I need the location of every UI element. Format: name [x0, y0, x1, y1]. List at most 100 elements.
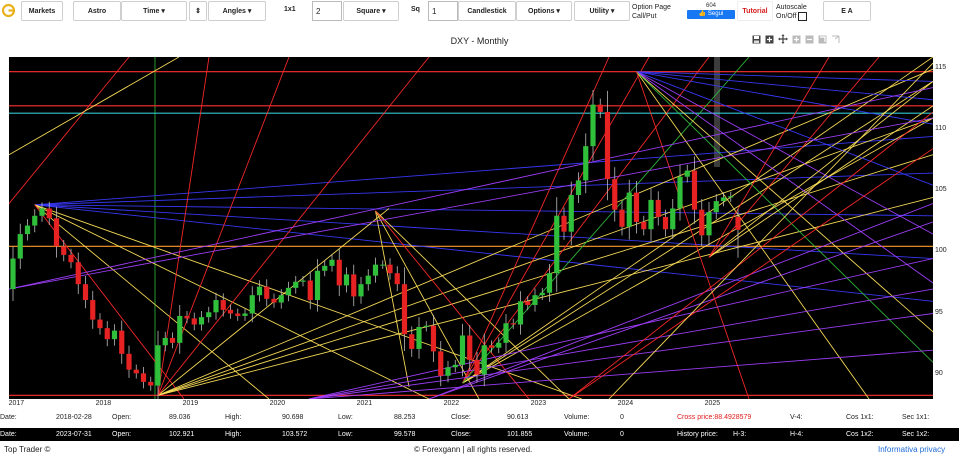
candle-body-95	[699, 209, 705, 236]
candle-body-67	[496, 342, 502, 348]
candle-body-88	[648, 199, 654, 230]
zoom-in-icon[interactable]	[765, 35, 774, 44]
candle-body-69	[510, 323, 516, 325]
candle-body-4	[39, 208, 45, 216]
candle-body-78	[575, 180, 582, 196]
candle-body-31	[235, 313, 241, 316]
gann-angle-line-0	[34, 135, 934, 206]
candle-body-75	[554, 215, 560, 274]
candle-body-83	[612, 179, 618, 210]
candle-body-52	[387, 264, 393, 274]
date-value: 2018-02-28	[56, 414, 92, 421]
angles-dropdown[interactable]: Angles ▾	[208, 1, 266, 21]
high-label: High:	[225, 431, 242, 438]
candle-body-22	[169, 337, 176, 343]
markets-button[interactable]: Markets	[21, 1, 63, 21]
open-label: Open:	[112, 431, 132, 438]
candle-body-15	[119, 330, 125, 354]
cos-1x2-label: Cos 1x2:	[846, 431, 874, 438]
candle-body-99	[728, 196, 734, 198]
candle-body-48	[358, 284, 364, 297]
candle-body-37	[278, 295, 284, 303]
astro-button[interactable]: Astro	[73, 1, 121, 21]
x-tick-label: 2023	[530, 400, 547, 407]
high-value: 103.572	[282, 431, 308, 438]
sec-1x2-label: Sec 1x2:	[902, 431, 930, 438]
candle-body-9	[75, 262, 81, 285]
info-row-hover: Date: 2018-02-28 Open: 89.036 High: 90.6…	[0, 411, 959, 424]
date-label: Date:	[0, 414, 17, 421]
candle-body-38	[285, 287, 292, 296]
h4-label: H-4:	[790, 431, 804, 438]
follow-count: 604	[705, 3, 716, 9]
candle-body-70	[517, 301, 524, 325]
autoscale-checkbox[interactable]	[797, 12, 807, 21]
zoom-in-disabled-icon[interactable]	[792, 35, 801, 44]
sq-input[interactable]: 1	[428, 1, 458, 21]
candle-body-54	[401, 284, 408, 335]
candle-body-57	[423, 325, 429, 327]
app-logo-icon[interactable]	[1, 3, 16, 18]
date-label: Date:	[0, 431, 17, 438]
utility-dropdown[interactable]: Utility ▾	[574, 1, 630, 21]
candle-body-61	[452, 364, 458, 368]
y-tick-label: 115	[935, 64, 947, 72]
candle-body-90	[662, 217, 669, 230]
option-page-link[interactable]: Option Page Call/Put	[632, 3, 671, 21]
candle-body-86	[633, 192, 640, 222]
move-up-down-button[interactable]: ⇕	[189, 1, 207, 21]
candle-body-49	[365, 275, 371, 285]
sec-1x1-label: Sec 1x1:	[902, 414, 930, 421]
candle-body-60	[445, 367, 451, 376]
gann-angle-line-9	[157, 68, 934, 396]
y-tick-label: 105	[935, 186, 947, 194]
chart-tools	[752, 33, 840, 45]
candle-body-64	[474, 359, 480, 375]
candle-body-59	[438, 351, 444, 376]
pointer-icon[interactable]	[831, 35, 840, 44]
candle-body-91	[670, 208, 676, 230]
cos-1x1-label: Cos 1x1:	[846, 414, 874, 421]
candle-body-29	[220, 300, 226, 310]
y-tick-label: 95	[935, 308, 943, 316]
candlestick-chart[interactable]	[8, 56, 934, 400]
zoom-out-disabled-icon[interactable]	[805, 35, 814, 44]
candle-body-53	[394, 273, 400, 285]
pan-icon[interactable]	[778, 34, 788, 44]
privacy-link[interactable]: Informativa privacy	[878, 445, 945, 454]
gann-angle-line-18	[375, 210, 480, 400]
candle-body-46	[343, 274, 350, 286]
candle-body-21	[162, 337, 168, 346]
time-dropdown[interactable]: Time ▾	[121, 1, 187, 21]
y-tick-label: 110	[935, 125, 947, 133]
candle-body-94	[691, 170, 698, 210]
ratio-input[interactable]: 2	[312, 1, 342, 21]
candlestick-button[interactable]: Candlestick	[458, 1, 516, 21]
open-value: 102.921	[169, 431, 195, 438]
h3-label: H-3:	[733, 431, 747, 438]
option-page-line1: Option Page	[632, 4, 671, 11]
candle-body-10	[82, 284, 89, 301]
save-icon[interactable]	[752, 35, 761, 44]
candle-body-27	[206, 312, 212, 318]
follow-button[interactable]: 👍 Segui	[687, 10, 735, 19]
candle-body-2	[24, 225, 31, 235]
reset-zoom-icon[interactable]	[818, 35, 827, 44]
gann-angle-line-34	[636, 71, 934, 235]
gann-angle-line-20	[375, 210, 530, 400]
options-dropdown[interactable]: Options ▾	[516, 1, 572, 21]
candle-body-93	[684, 170, 690, 177]
tutorial-button[interactable]: Tutorial	[737, 1, 773, 21]
history-price: History price:	[677, 431, 718, 438]
autoscale-toggle[interactable]: Autoscale On/Off	[776, 3, 807, 21]
chart-area[interactable]	[8, 56, 934, 400]
square-dropdown[interactable]: Square ▾	[343, 1, 399, 21]
candle-body-14	[111, 330, 118, 340]
follow-widget[interactable]: 604 👍 Segui	[687, 2, 735, 20]
low-label: Low:	[338, 414, 353, 421]
ea-button[interactable]: E A	[823, 1, 871, 21]
low-value: 88.253	[394, 414, 416, 421]
candle-body-25	[191, 318, 197, 325]
candle-body-89	[655, 199, 661, 218]
y-tick-label: 90	[935, 369, 943, 377]
